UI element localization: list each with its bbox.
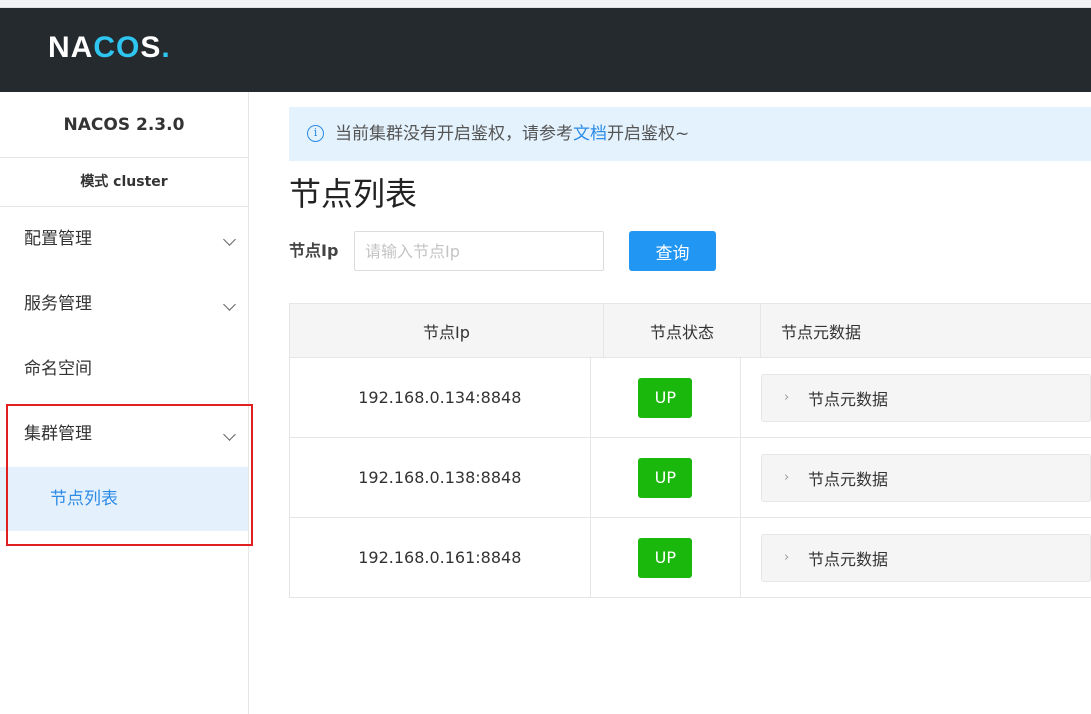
docs-link[interactable]: 文档 bbox=[573, 124, 607, 144]
logo-text-start: NA bbox=[48, 31, 94, 64]
chevron-down-icon bbox=[223, 233, 236, 246]
node-ip-cell: 192.168.0.134:8848 bbox=[290, 358, 591, 437]
table-row: 192.168.0.134:8848 UP › 节点元数据 bbox=[290, 358, 1091, 438]
status-badge: UP bbox=[638, 377, 693, 418]
top-header: NACOS. bbox=[0, 8, 1091, 92]
metadata-label: 节点元数据 bbox=[808, 549, 889, 569]
auth-notice: i 当前集群没有开启鉴权，请参考文档开启鉴权~ bbox=[289, 107, 1091, 161]
sidebar-item-service-management[interactable]: 服务管理 bbox=[0, 272, 248, 337]
node-state-cell: UP bbox=[591, 438, 741, 517]
notice-text-after: 开启鉴权~ bbox=[607, 124, 690, 144]
status-badge: UP bbox=[638, 457, 693, 498]
nacos-logo[interactable]: NACOS. bbox=[48, 32, 171, 64]
mode-label: 模式 cluster bbox=[0, 158, 248, 207]
column-header-metadata: 节点元数据 bbox=[781, 322, 862, 342]
sidebar: NACOS 2.3.0 模式 cluster 配置管理 服务管理 命名空间 集群… bbox=[0, 92, 253, 714]
query-button[interactable]: 查询 bbox=[629, 231, 716, 271]
node-ip-label: 节点Ip bbox=[289, 241, 339, 260]
info-icon: i bbox=[307, 125, 324, 142]
node-metadata-cell: › 节点元数据 bbox=[741, 518, 1091, 597]
chevron-right-icon: › bbox=[784, 549, 790, 565]
column-header-state: 节点状态 bbox=[604, 304, 761, 357]
node-ip-cell: 192.168.0.161:8848 bbox=[290, 518, 591, 597]
page-title: 节点列表 bbox=[289, 175, 418, 213]
node-state-cell: UP bbox=[591, 518, 741, 597]
sidebar-item-label: 服务管理 bbox=[24, 294, 92, 314]
browser-top-strip bbox=[0, 0, 1091, 8]
chevron-down-icon bbox=[223, 298, 236, 311]
version-label: NACOS 2.3.0 bbox=[0, 92, 248, 158]
table-header: 节点Ip 节点状态 节点元数据 bbox=[290, 304, 1091, 358]
table-row: 192.168.0.161:8848 UP › 节点元数据 bbox=[290, 518, 1091, 598]
sidebar-item-label: 命名空间 bbox=[24, 359, 92, 379]
notice-text-before: 当前集群没有开启鉴权，请参考 bbox=[335, 124, 573, 144]
sidebar-item-label: 配置管理 bbox=[24, 229, 92, 249]
logo-text-end: S bbox=[140, 31, 162, 64]
table-row: 192.168.0.138:8848 UP › 节点元数据 bbox=[290, 438, 1091, 518]
main-content: i 当前集群没有开启鉴权，请参考文档开启鉴权~ 节点列表 节点Ip 查询 节点I… bbox=[289, 92, 1091, 714]
sidebar-item-config-management[interactable]: 配置管理 bbox=[0, 207, 248, 272]
metadata-label: 节点元数据 bbox=[808, 469, 889, 489]
metadata-label: 节点元数据 bbox=[808, 389, 889, 409]
column-header-ip: 节点Ip bbox=[290, 304, 604, 357]
node-metadata-cell: › 节点元数据 bbox=[741, 358, 1091, 437]
metadata-collapse[interactable]: › 节点元数据 bbox=[761, 373, 1091, 422]
node-ip-cell: 192.168.0.138:8848 bbox=[290, 438, 591, 517]
annotation-highlight-box bbox=[6, 404, 253, 546]
node-table: 节点Ip 节点状态 节点元数据 192.168.0.134:8848 UP › … bbox=[289, 303, 1091, 598]
metadata-collapse[interactable]: › 节点元数据 bbox=[761, 453, 1091, 502]
metadata-collapse[interactable]: › 节点元数据 bbox=[761, 533, 1091, 582]
sidebar-item-namespace[interactable]: 命名空间 bbox=[0, 337, 248, 402]
status-badge: UP bbox=[638, 537, 693, 578]
chevron-right-icon: › bbox=[784, 469, 790, 485]
node-state-cell: UP bbox=[591, 358, 741, 437]
logo-text-ring: CO bbox=[93, 31, 141, 64]
node-ip-input[interactable] bbox=[354, 231, 604, 271]
logo-dot: . bbox=[161, 31, 171, 64]
node-metadata-cell: › 节点元数据 bbox=[741, 438, 1091, 517]
chevron-right-icon: › bbox=[784, 389, 790, 405]
